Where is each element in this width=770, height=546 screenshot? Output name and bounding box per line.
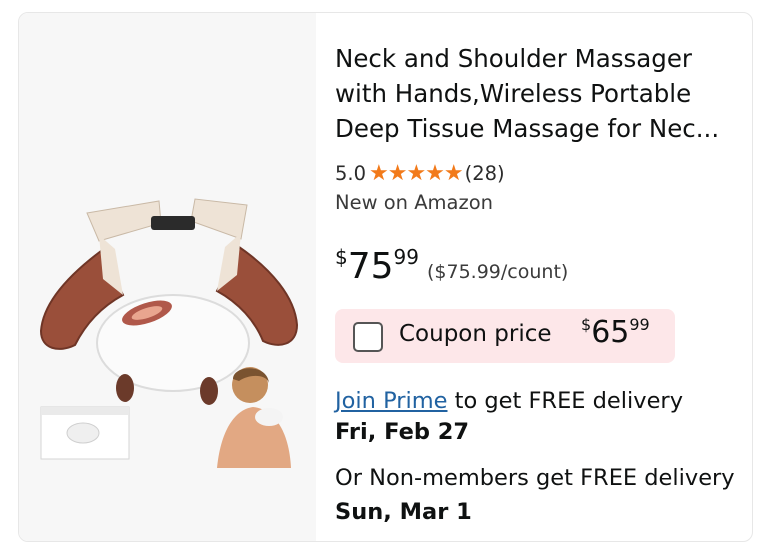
coupon-box[interactable]: Coupon price $6599: [335, 309, 675, 363]
coupon-label: Coupon price: [399, 321, 552, 347]
prime-delivery-date: Fri, Feb 27: [335, 419, 470, 445]
product-image[interactable]: [19, 13, 316, 541]
star-rating-icon: ★★★★★: [369, 161, 464, 186]
nonmember-delivery: Or Non-members get FREE delivery Sun, Ma…: [335, 461, 735, 529]
product-title[interactable]: Neck and Shoulder Massager with Hands,Wi…: [335, 41, 735, 146]
price: $7599 ($75.99/count): [335, 245, 568, 287]
review-count: (28): [464, 162, 505, 185]
coupon-fraction: 99: [629, 315, 650, 334]
nonmember-delivery-text: Or Non-members get FREE delivery: [335, 465, 735, 491]
price-fraction: 99: [393, 245, 419, 269]
join-prime-link[interactable]: Join Prime: [335, 388, 448, 414]
product-card[interactable]: Neck and Shoulder Massager with Hands,Wi…: [18, 12, 753, 542]
coupon-currency: $: [581, 315, 592, 334]
coupon-whole: 65: [591, 315, 630, 350]
rating-value: 5.0: [335, 162, 367, 185]
coupon-price: $6599: [581, 315, 650, 350]
prime-delivery-text: to get FREE delivery: [447, 388, 684, 414]
price-whole: 75: [347, 246, 394, 287]
price-currency: $: [335, 245, 348, 269]
coupon-checkbox[interactable]: [353, 322, 383, 352]
condition-note: New on Amazon: [335, 191, 494, 214]
massager-image: [39, 198, 299, 468]
prime-delivery: Join Prime to get FREE delivery Fri, Feb …: [335, 386, 752, 448]
price-per-unit: ($75.99/count): [427, 261, 569, 283]
nonmember-delivery-date: Sun, Mar 1: [335, 499, 472, 525]
rating-row[interactable]: 5.0 ★★★★★ (28): [335, 161, 505, 186]
